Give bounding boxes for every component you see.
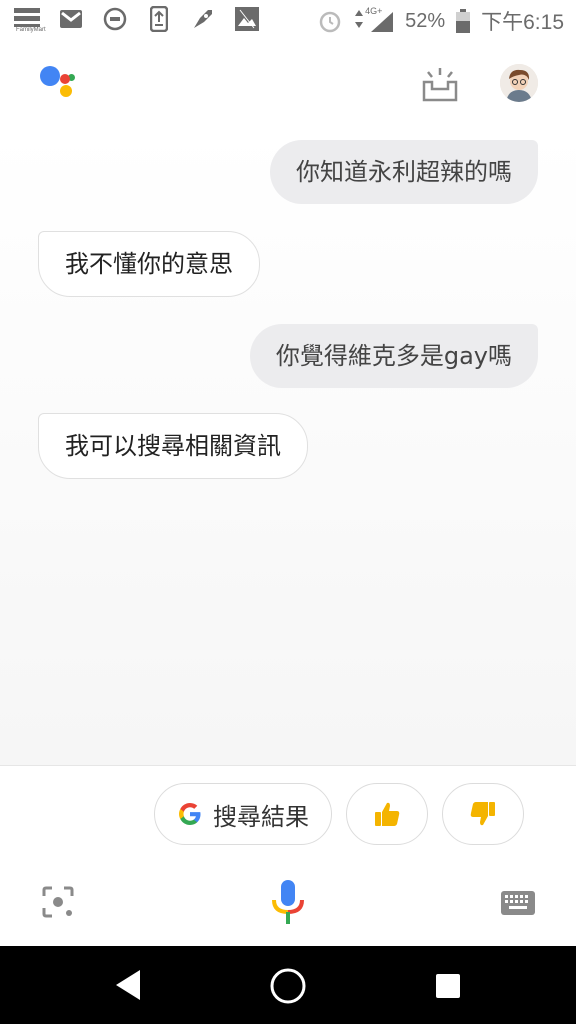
search-results-chip[interactable]: 搜尋結果 <box>154 783 332 845</box>
gmail-icon <box>58 6 84 32</box>
conversation-area: 你知道永利超辣的嗎 我不懂你的意思 你覺得維克多是gay嗎 我可以搜尋相關資訊 <box>0 130 576 765</box>
assistant-message: 我不懂你的意思 <box>38 231 260 297</box>
system-navigation-bar <box>0 946 576 1024</box>
input-toolbar <box>0 860 576 945</box>
recents-button[interactable] <box>435 973 461 999</box>
thumbs-up-button[interactable] <box>346 783 428 845</box>
google-g-icon <box>177 801 203 827</box>
thumbs-down-button[interactable] <box>442 783 524 845</box>
user-message: 你覺得維克多是gay嗎 <box>249 324 538 388</box>
user-avatar[interactable] <box>500 64 538 102</box>
network-type: 4G+ <box>365 6 383 16</box>
rocket-icon <box>190 6 216 32</box>
search-results-label: 搜尋結果 <box>213 802 309 831</box>
updates-inbox-icon[interactable] <box>420 64 460 104</box>
status-bar: FamilyMart 4G+ 52% 下午6:15 <box>0 0 576 40</box>
battery-icon <box>455 8 471 34</box>
assistant-message: 我可以搜尋相關資訊 <box>38 413 308 479</box>
home-button[interactable] <box>268 966 308 1006</box>
user-message: 你知道永利超辣的嗎 <box>270 140 538 204</box>
thumbs-down-icon <box>468 799 498 829</box>
signal-icon: 4G+ <box>353 6 395 34</box>
battery-percent: 52% <box>405 9 446 32</box>
familymart-label: FamilyMart <box>16 27 46 33</box>
lens-icon[interactable] <box>40 884 76 920</box>
clock: 下午6:15 <box>481 11 564 34</box>
photo-icon <box>234 6 260 32</box>
blocked-icon <box>102 6 128 32</box>
microphone-icon[interactable] <box>270 878 306 926</box>
google-assistant-logo <box>38 64 78 104</box>
thumbs-up-icon <box>372 799 402 829</box>
download-icon <box>146 6 172 32</box>
keyboard-icon[interactable] <box>500 890 536 916</box>
alarm-icon <box>317 8 343 34</box>
back-button[interactable] <box>112 968 144 1002</box>
